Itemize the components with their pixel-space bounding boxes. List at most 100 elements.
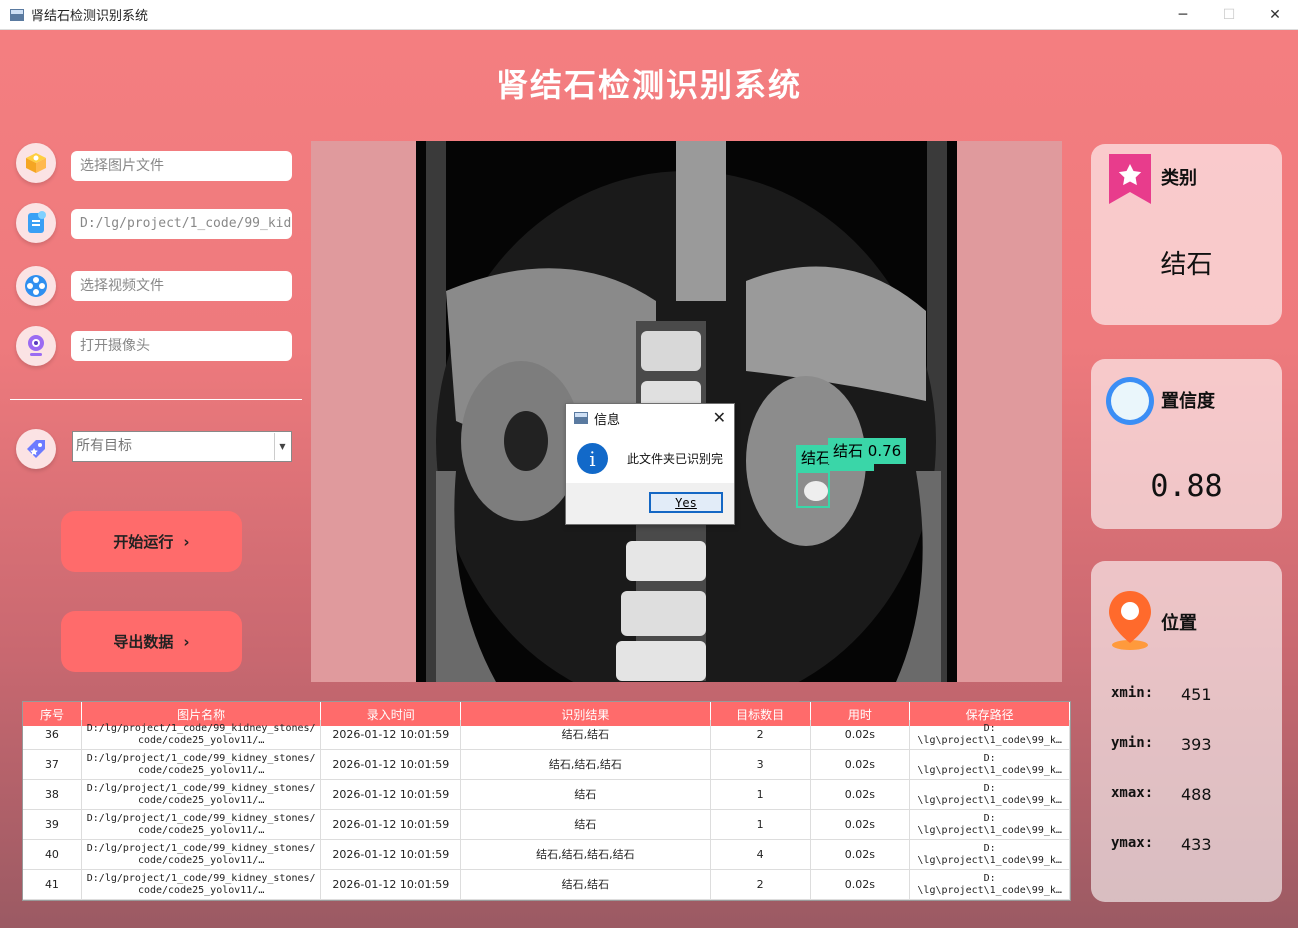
left-divider (10, 399, 302, 400)
folder-icon[interactable] (16, 203, 56, 243)
cell-save-path: D: \lg\project\1_code\99_k… (910, 870, 1070, 899)
table-row[interactable]: 37 D:/lg/project/1_code/99_kidney_stones/… (23, 750, 1070, 780)
dialog-titlebar: 信息 ✕ (566, 404, 734, 432)
start-button[interactable]: 开始运行 › (61, 511, 242, 572)
camera-icon[interactable] (16, 326, 56, 366)
info-icon: i (577, 443, 608, 474)
confidence-card: 置信度 0.88 (1091, 359, 1282, 529)
dialog-message: 此文件夹已识别完 (627, 452, 724, 466)
cell-index: 40 (23, 840, 82, 869)
cell-time-text: 2026-01-12 10:01:59 (332, 727, 450, 741)
category-title: 类别 (1161, 168, 1197, 189)
dialog-title: 信息 (594, 412, 621, 428)
target-select[interactable]: 所有目标 ▼ (72, 431, 292, 462)
cell-time-text: 2026-01-12 10:01:59 (332, 757, 450, 771)
close-icon[interactable]: ✕ (713, 408, 726, 427)
close-button[interactable]: ✕ (1252, 0, 1298, 30)
cell-image-name: D:/lg/project/1_code/99_kidney_stones/co… (82, 780, 322, 809)
xmax-label: xmax: (1111, 785, 1154, 801)
cell-duration: 0.02s (811, 750, 911, 779)
cell-duration: 0.02s (811, 780, 911, 809)
info-dialog: 信息 ✕ i 此文件夹已识别完 Yes (565, 403, 735, 525)
cell-index: 38 (23, 780, 82, 809)
cell-duration-text: 0.02s (844, 847, 876, 861)
cell-duration: 0.02s (811, 870, 911, 899)
cell-time: 2026-01-12 10:01:59 (321, 840, 462, 869)
chevron-right-icon: › (183, 632, 190, 651)
cell-count-text: 1 (756, 817, 764, 831)
video-file-icon[interactable] (16, 266, 56, 306)
cell-count-text: 4 (756, 847, 764, 861)
cell-image-name-text: code/code25_yolov11/… (137, 854, 265, 866)
cell-duration: 0.02s (811, 720, 911, 749)
cell-save-path-text: D: (983, 782, 996, 794)
cell-image-name: D:/lg/project/1_code/99_kidney_stones/co… (82, 750, 322, 779)
cell-image-name-text: code/code25_yolov11/… (137, 764, 265, 776)
cell-image-name: D:/lg/project/1_code/99_kidney_stones/co… (82, 810, 322, 839)
export-button[interactable]: 导出数据 › (61, 611, 242, 672)
cell-save-path: D: \lg\project\1_code\99_k… (910, 810, 1070, 839)
cell-time: 2026-01-12 10:01:59 (321, 870, 462, 899)
export-button-label: 导出数据 (113, 633, 174, 651)
cell-duration: 0.02s (811, 840, 911, 869)
xmax-value: 488 (1181, 785, 1212, 804)
camera-input[interactable]: 打开摄像头 (71, 331, 292, 361)
cell-time-text: 2026-01-12 10:01:59 (332, 787, 450, 801)
yes-button[interactable]: Yes (649, 492, 723, 513)
dialog-footer: Yes (566, 483, 734, 524)
cell-index-text: 37 (44, 757, 59, 771)
cell-save-path-text: \lg\project\1_code\99_k… (917, 794, 1062, 806)
cell-image-name: D:/lg/project/1_code/99_kidney_stones/co… (82, 720, 322, 749)
folder-path-input[interactable]: D:/lg/project/1_code/99_kidney_stones (71, 209, 292, 239)
confidence-title: 置信度 (1161, 391, 1215, 412)
ymin-value: 393 (1181, 735, 1212, 754)
position-title: 位置 (1161, 613, 1197, 634)
video-file-input[interactable]: 选择视频文件 (71, 271, 292, 301)
cell-index: 39 (23, 810, 82, 839)
ymax-value: 433 (1181, 835, 1212, 854)
cell-time: 2026-01-12 10:01:59 (321, 780, 462, 809)
cell-save-path-text: D: (983, 722, 996, 734)
cell-count: 1 (711, 810, 811, 839)
cell-result: 结石,结石 (461, 720, 711, 749)
cell-image-name-text: D:/lg/project/1_code/99_kidney_stones/ (86, 782, 316, 794)
cell-image-name: D:/lg/project/1_code/99_kidney_stones/co… (82, 840, 322, 869)
image-file-icon[interactable] (16, 143, 56, 183)
cell-save-path-text: \lg\project\1_code\99_k… (917, 764, 1062, 776)
xmin-row: xmin: 451 (1111, 685, 1212, 704)
cell-result: 结石,结石 (461, 870, 711, 899)
ymax-row: ymax: 433 (1111, 835, 1212, 854)
cell-image-name-text: D:/lg/project/1_code/99_kidney_stones/ (86, 752, 316, 764)
results-table[interactable]: 序号 图片名称 录入时间 识别结果 目标数目 用时 保存路径 36 D:/lg/p… (22, 701, 1071, 901)
table-row[interactable]: 36 D:/lg/project/1_code/99_kidney_stones/… (23, 720, 1070, 750)
table-row[interactable]: 40 D:/lg/project/1_code/99_kidney_stones/… (23, 840, 1070, 870)
xmax-row: xmax: 488 (1111, 785, 1212, 804)
bookmark-star-icon (1109, 154, 1151, 204)
cell-time-text: 2026-01-12 10:01:59 (332, 877, 450, 891)
cell-count-text: 1 (756, 787, 764, 801)
cell-save-path-text: D: (983, 842, 996, 854)
detection-label: 结石 0.76 (828, 438, 907, 464)
minimize-button[interactable]: ─ (1160, 0, 1206, 30)
table-row[interactable]: 41 D:/lg/project/1_code/99_kidney_stones/… (23, 870, 1070, 900)
xmin-value: 451 (1181, 685, 1212, 704)
cell-save-path-text: \lg\project\1_code\99_k… (917, 734, 1062, 746)
window-title: 肾结石检测识别系统 (31, 9, 149, 24)
cell-index-text: 41 (44, 877, 59, 891)
image-file-input[interactable]: 选择图片文件 (71, 151, 292, 181)
cell-result: 结石,结石,结石 (461, 750, 711, 779)
cell-save-path: D: \lg\project\1_code\99_k… (910, 780, 1070, 809)
start-button-label: 开始运行 (113, 533, 174, 551)
cell-count-text: 2 (756, 877, 764, 891)
table-row[interactable]: 38 D:/lg/project/1_code/99_kidney_stones/… (23, 780, 1070, 810)
cell-count: 4 (711, 840, 811, 869)
confidence-value: 0.88 (1150, 469, 1223, 504)
chevron-down-icon[interactable]: ▼ (274, 433, 290, 460)
table-row[interactable]: 39 D:/lg/project/1_code/99_kidney_stones/… (23, 810, 1070, 840)
cell-index-text: 40 (44, 847, 59, 861)
cell-result: 结石,结石,结石,结石 (461, 840, 711, 869)
app-icon (10, 8, 24, 21)
cell-save-path-text: \lg\project\1_code\99_k… (917, 884, 1062, 896)
cell-count: 1 (711, 780, 811, 809)
cell-result-text: 结石 (574, 817, 597, 831)
